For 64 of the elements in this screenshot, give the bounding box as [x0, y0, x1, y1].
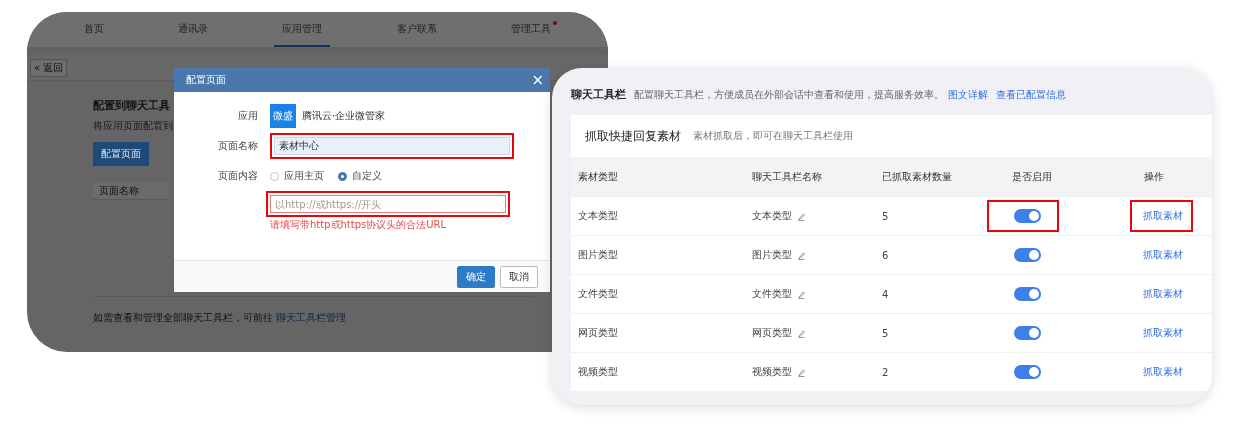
grab-material-link[interactable]: 抓取素材	[1143, 248, 1183, 262]
url-field[interactable]: 以http://或https://开头	[270, 195, 506, 213]
table-cell: 网页类型	[752, 326, 792, 340]
table-cell-text: 4	[882, 288, 890, 300]
page-name-field[interactable]: 素材中心	[274, 137, 510, 155]
nav-tab[interactable]: 应用管理	[274, 12, 331, 47]
toggle-switch[interactable]	[1014, 326, 1041, 340]
field-label: 页面内容	[217, 169, 259, 183]
dialog-title: 配置页面	[186, 73, 226, 87]
toggle-switch[interactable]	[1014, 365, 1041, 379]
table-cell-text: 网页类型	[578, 326, 619, 340]
panel-description: 配置聊天工具栏，方便成员在外部会话中查看和使用，提高服务效率。	[634, 88, 944, 102]
panel-title: 聊天工具栏	[571, 87, 626, 102]
toggle-switch[interactable]	[1014, 248, 1041, 262]
column-header: 页面名称	[98, 183, 140, 198]
field-label: 页面名称	[217, 139, 259, 153]
section-heading: 配置到聊天工具	[93, 98, 171, 113]
grab-material-link[interactable]: 抓取素材	[1143, 365, 1183, 379]
table-cell-text: 5	[882, 210, 890, 222]
table-cell-text: 5	[882, 327, 890, 339]
nav-tab[interactable]: 首页	[76, 12, 113, 47]
edit-icon[interactable]	[797, 289, 806, 299]
toolbar-manage-link[interactable]: 聊天工具栏管理	[276, 312, 347, 323]
radio-option[interactable]: 应用主页	[270, 169, 324, 183]
edit-icon[interactable]	[797, 367, 806, 377]
table-cell-text: 视频类型	[578, 365, 619, 379]
radio-option[interactable]: 自定义	[338, 169, 382, 183]
edit-icon[interactable]	[797, 211, 806, 221]
table-cell-text: 文件类型	[578, 287, 619, 301]
card-hint: 素材抓取后，即可在聊天工具栏使用	[693, 129, 853, 143]
table-cell-text: 2	[882, 366, 890, 378]
nav-tab[interactable]: 客户联系	[388, 12, 445, 47]
table-cell-text: 图片类型	[578, 248, 619, 262]
grab-material-link[interactable]: 抓取素材	[1143, 287, 1183, 301]
field-label: 应用	[237, 109, 259, 123]
grab-material-link[interactable]: 抓取素材	[1143, 326, 1183, 340]
cancel-button[interactable]: 取消	[500, 265, 538, 288]
panel-link[interactable]: 查看已配置信息	[996, 88, 1066, 102]
back-button[interactable]: « 返回	[30, 58, 68, 77]
column-header: 聊天工具栏名称	[752, 169, 823, 184]
close-button[interactable]: ×	[531, 72, 544, 88]
configure-page-button[interactable]: 配置页面	[93, 142, 149, 166]
column-header: 素材类型	[578, 169, 619, 184]
app-logo: 微盛	[270, 104, 296, 128]
toggle-switch[interactable]	[1014, 209, 1041, 223]
edit-icon[interactable]	[797, 250, 806, 260]
card-title: 抓取快捷回复素材	[585, 127, 681, 145]
app-name: 腾讯云·企业微管家	[302, 109, 386, 123]
toggle-switch[interactable]	[1014, 287, 1041, 301]
table-cell-text: 文本类型	[578, 209, 619, 223]
table-cell-text: 6	[882, 249, 890, 261]
nav-tab[interactable]: 通讯录	[170, 12, 217, 47]
column-header: 操作	[1143, 169, 1165, 184]
edit-icon[interactable]	[797, 328, 806, 338]
grab-material-link[interactable]: 抓取素材	[1143, 209, 1183, 223]
table-cell: 文本类型	[752, 209, 792, 223]
table-cell: 文件类型	[752, 287, 792, 301]
column-header: 已抓取素材数量	[882, 169, 953, 184]
error-message: 请填写带http或https协议头的合法URL	[270, 218, 448, 232]
column-header: 是否启用	[1011, 169, 1053, 184]
table-cell: 视频类型	[752, 365, 792, 379]
table-cell: 图片类型	[752, 248, 792, 262]
panel-link[interactable]: 图文详解	[948, 88, 988, 102]
confirm-button[interactable]: 确定	[457, 265, 495, 288]
